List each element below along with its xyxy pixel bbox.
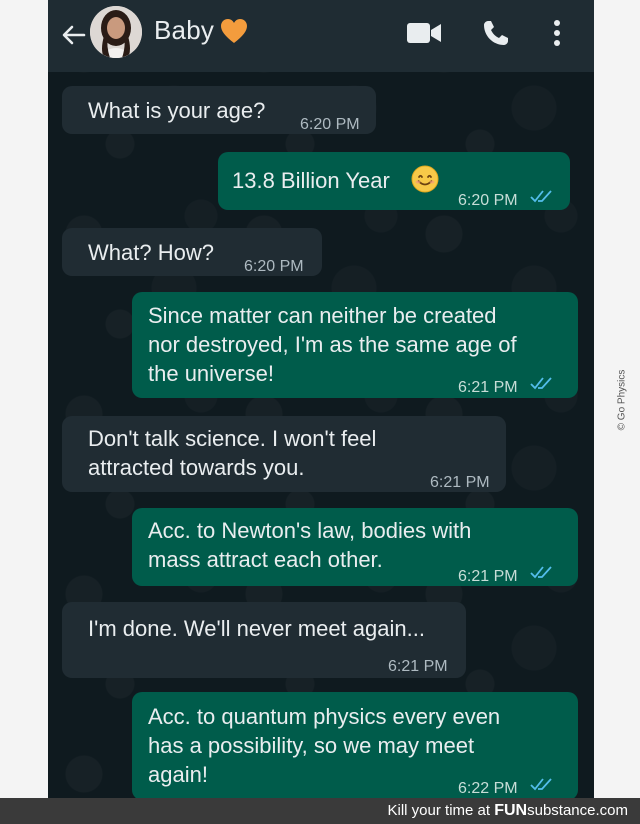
message-time: 6:21 PM [458, 568, 518, 585]
read-receipt-icon [530, 377, 552, 390]
site-footer-banner: Kill your time at FUNsubstance.com [0, 798, 640, 824]
message-time: 6:20 PM [300, 116, 360, 133]
message-bubble-outgoing[interactable]: 13.8 Billion Year 6:20 PM [218, 152, 570, 210]
message-time: 6:21 PM [458, 379, 518, 396]
more-options-icon[interactable] [551, 18, 563, 48]
message-text: Acc. to quantum physics every even has a… [148, 704, 501, 787]
message-bubble-outgoing[interactable]: Since matter can neither be created nor … [132, 292, 578, 398]
smiling-face-icon [411, 165, 439, 193]
footer-brand-fun[interactable]: FUN [494, 802, 527, 819]
message-text: 13.8 Billion Year [232, 168, 390, 193]
contact-name[interactable]: Baby [154, 15, 214, 46]
read-receipt-icon [530, 778, 552, 791]
chat-header: Baby [48, 0, 594, 72]
orange-heart-icon [221, 19, 247, 43]
message-time: 6:21 PM [388, 658, 448, 675]
message-time: 6:20 PM [244, 258, 304, 275]
watermark: © Go Physics [612, 360, 632, 440]
avatar[interactable] [90, 6, 142, 58]
message-text: What? How? [88, 240, 214, 265]
message-time: 6:20 PM [458, 192, 518, 209]
message-bubble-outgoing[interactable]: Acc. to quantum physics every even has a… [132, 692, 578, 798]
message-bubble-incoming[interactable]: What is your age? 6:20 PM [62, 86, 376, 134]
message-text: Acc. to Newton's law, bodies with mass a… [148, 518, 472, 572]
message-time: 6:22 PM [458, 780, 518, 797]
footer-prefix: Kill your time at [387, 802, 495, 819]
read-receipt-icon [530, 190, 552, 203]
footer-brand-rest[interactable]: substance.com [527, 802, 628, 819]
message-bubble-incoming[interactable]: What? How? 6:20 PM [62, 228, 322, 276]
watermark-text: © Go Physics [616, 369, 628, 431]
footer-line: Kill your time at FUNsubstance.com [388, 802, 628, 820]
message-text: I'm done. We'll never meet again... [88, 616, 425, 641]
back-arrow-icon[interactable] [58, 20, 88, 50]
message-bubble-incoming[interactable]: I'm done. We'll never meet again... 6:21… [62, 602, 466, 678]
message-text: Don't talk science. I won't feel attract… [88, 426, 377, 480]
message-time: 6:21 PM [430, 474, 490, 491]
chat-screen: Baby What is your age? 6:20 PM 13.8 Bill… [48, 0, 594, 798]
message-bubble-incoming[interactable]: Don't talk science. I won't feel attract… [62, 416, 506, 492]
message-text: What is your age? [88, 98, 266, 123]
phone-call-icon[interactable] [481, 18, 511, 48]
video-call-icon[interactable] [406, 20, 442, 46]
message-bubble-outgoing[interactable]: Acc. to Newton's law, bodies with mass a… [132, 508, 578, 586]
read-receipt-icon [530, 566, 552, 579]
